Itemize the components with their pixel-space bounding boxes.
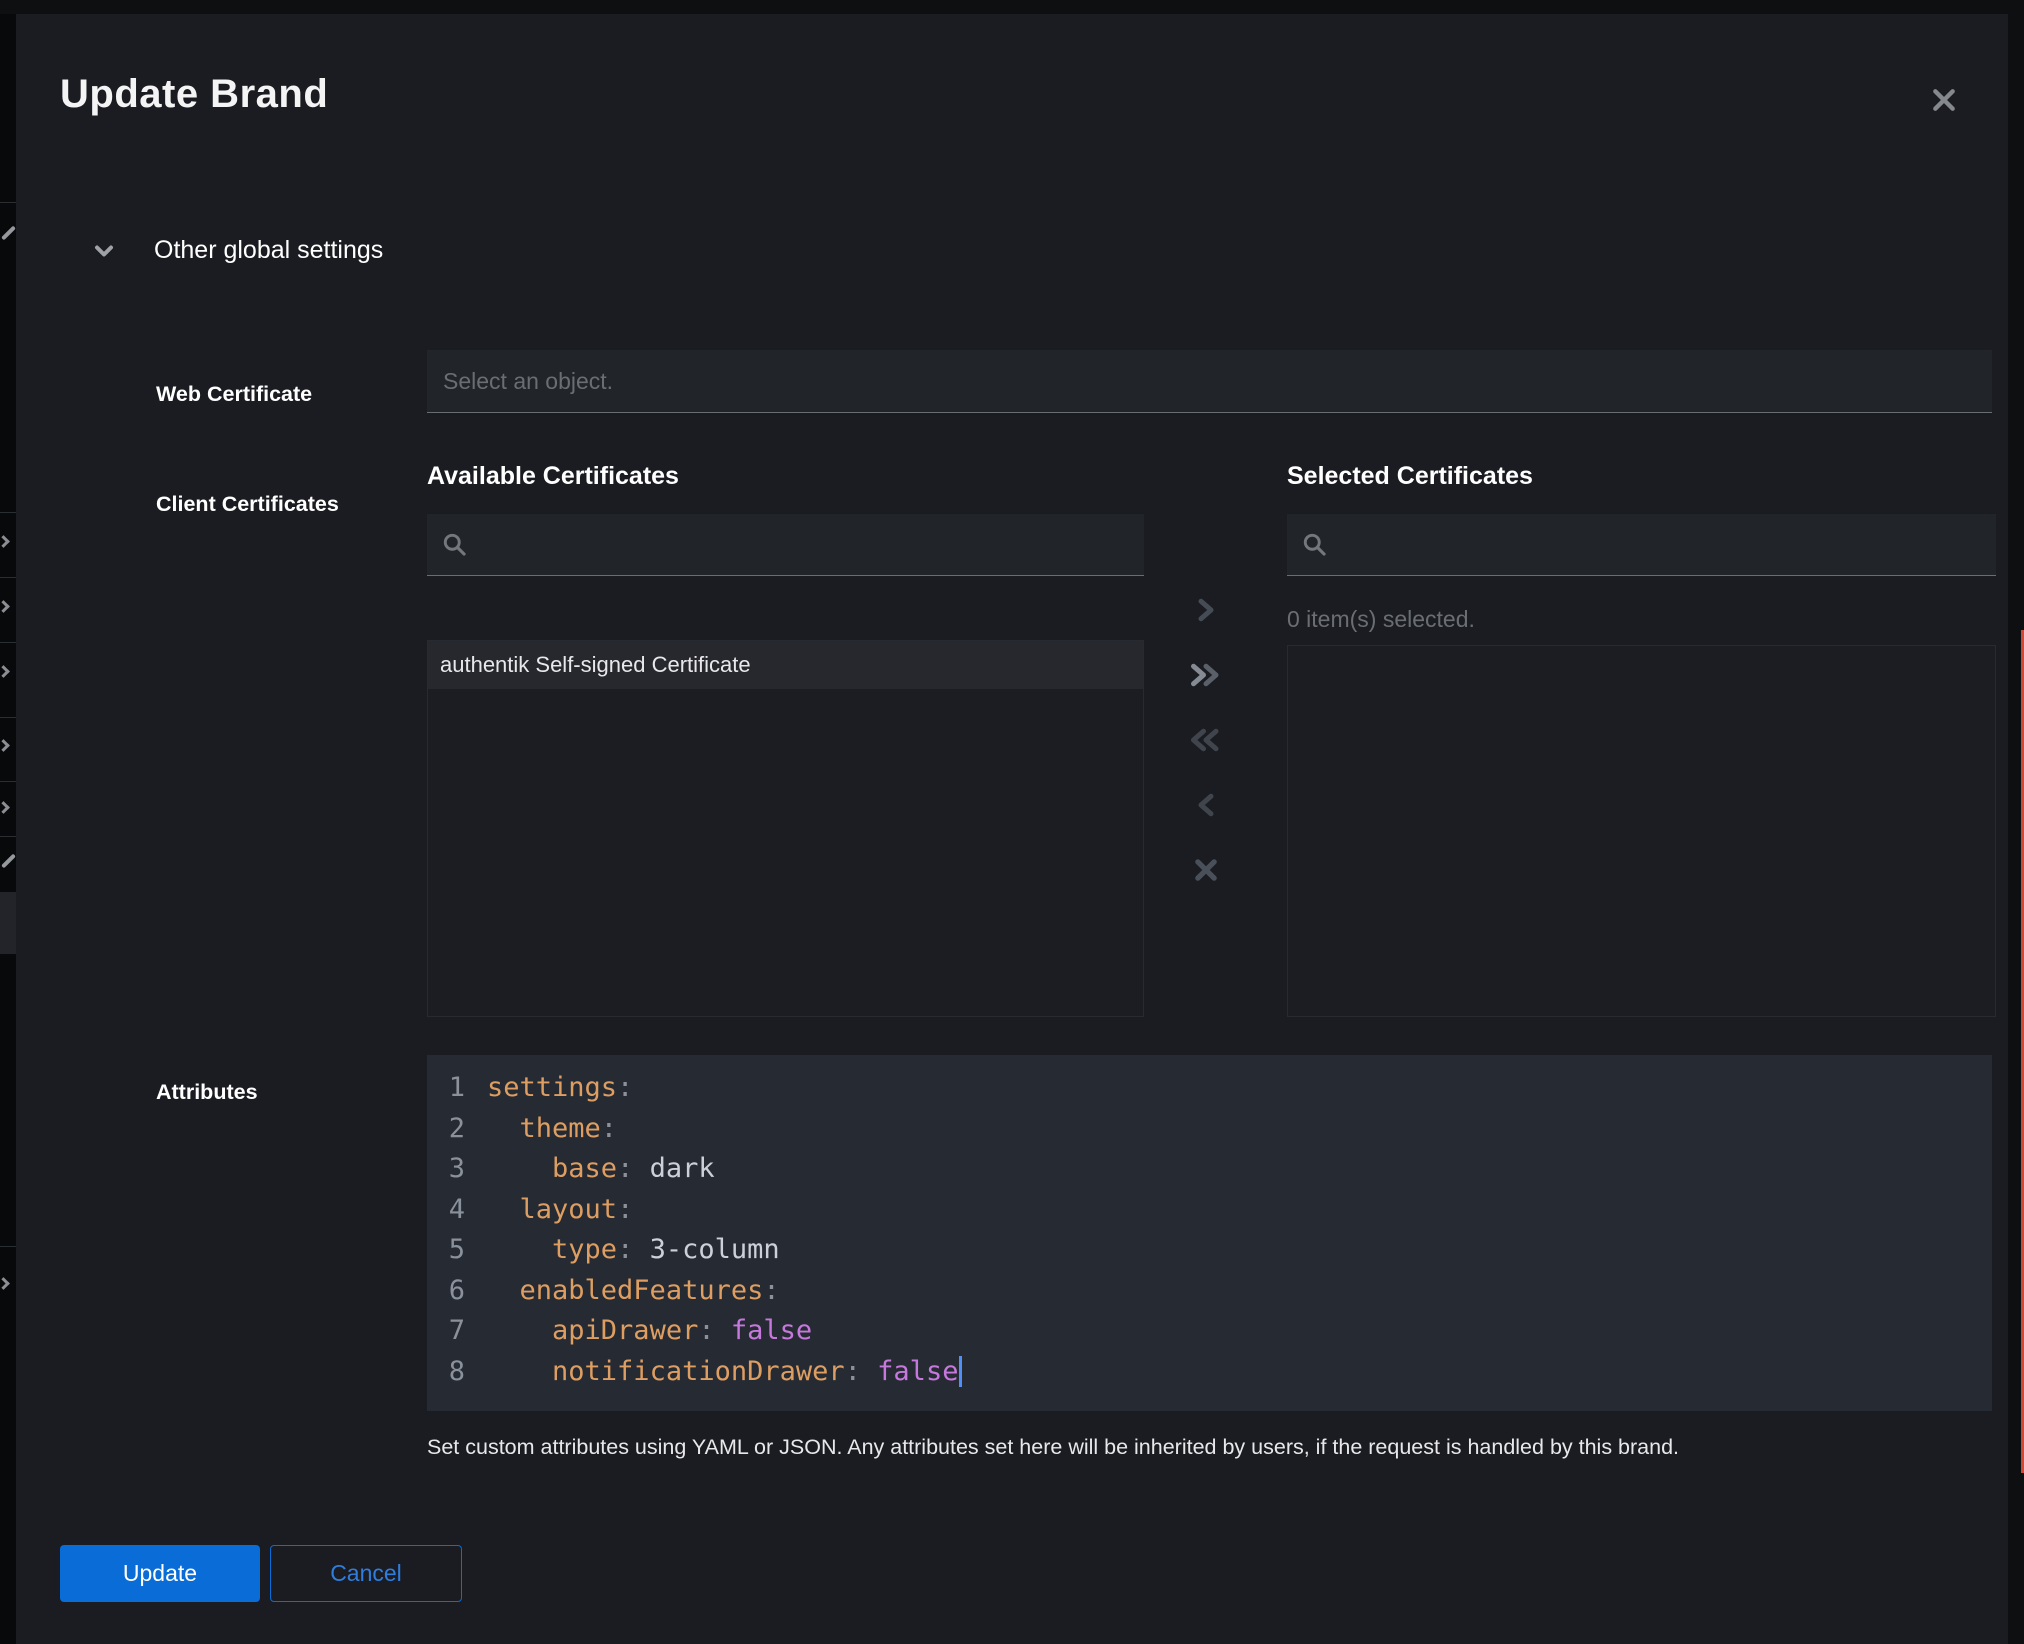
chevron-right-icon bbox=[0, 600, 10, 613]
update-button[interactable]: Update bbox=[60, 1545, 260, 1602]
row-divider bbox=[0, 717, 16, 718]
code-line: 8 notificationDrawer: false bbox=[441, 1352, 1992, 1393]
times-icon bbox=[1192, 856, 1220, 884]
client-certificates-label: Client Certificates bbox=[156, 492, 339, 517]
check-icon bbox=[1, 226, 16, 241]
line-number: 2 bbox=[441, 1109, 465, 1150]
search-icon bbox=[441, 531, 468, 558]
double-angle-right-icon bbox=[1186, 660, 1226, 690]
row-divider bbox=[0, 836, 16, 837]
row-divider bbox=[0, 781, 16, 782]
list-item[interactable]: authentik Self-signed Certificate bbox=[428, 641, 1143, 689]
available-certificates-list[interactable]: authentik Self-signed Certificate bbox=[427, 640, 1144, 1017]
row-divider bbox=[0, 202, 16, 203]
double-angle-left-icon bbox=[1186, 725, 1226, 755]
line-number: 5 bbox=[441, 1230, 465, 1271]
add-selected-button[interactable] bbox=[1184, 592, 1228, 628]
line-number: 7 bbox=[441, 1311, 465, 1352]
available-certificates-header: Available Certificates bbox=[427, 462, 679, 491]
line-number: 6 bbox=[441, 1271, 465, 1312]
available-search-box bbox=[427, 514, 1144, 576]
code-line: 6 enabledFeatures: bbox=[441, 1271, 1992, 1312]
chevron-down-icon bbox=[92, 239, 116, 263]
add-all-button[interactable] bbox=[1184, 657, 1228, 693]
code-line: 1settings: bbox=[441, 1068, 1992, 1109]
chevron-right-icon bbox=[0, 535, 10, 548]
angle-left-icon bbox=[1193, 790, 1219, 820]
code-line: 4 layout: bbox=[441, 1190, 1992, 1231]
angle-right-icon bbox=[1193, 595, 1219, 625]
text-cursor bbox=[959, 1356, 962, 1387]
chevron-right-icon bbox=[0, 801, 10, 814]
times-icon bbox=[1931, 87, 1957, 113]
remove-selected-button[interactable] bbox=[1184, 787, 1228, 823]
line-number: 3 bbox=[441, 1149, 465, 1190]
row-divider bbox=[0, 642, 16, 643]
row-divider bbox=[0, 512, 16, 513]
attributes-code-editor[interactable]: 1settings:2 theme:3 base: dark4 layout:5… bbox=[427, 1055, 1992, 1411]
line-number: 4 bbox=[441, 1190, 465, 1231]
attributes-label: Attributes bbox=[156, 1080, 258, 1105]
selected-search-box bbox=[1287, 514, 1996, 576]
remove-all-button[interactable] bbox=[1184, 722, 1228, 758]
update-brand-modal: Update Brand Other global settings Web C… bbox=[16, 14, 2008, 1644]
web-certificate-label: Web Certificate bbox=[156, 382, 312, 407]
attributes-help-text: Set custom attributes using YAML or JSON… bbox=[427, 1435, 1947, 1460]
selected-count-status: 0 item(s) selected. bbox=[1287, 606, 1475, 633]
chevron-right-icon bbox=[0, 665, 10, 678]
code-line: 5 type: 3-column bbox=[441, 1230, 1992, 1271]
dual-list-transfer-controls bbox=[1176, 592, 1236, 888]
selected-certificates-list[interactable] bbox=[1287, 645, 1996, 1017]
clear-selected-button[interactable] bbox=[1184, 852, 1228, 888]
selected-row-fragment bbox=[0, 892, 16, 954]
row-divider bbox=[0, 1246, 16, 1247]
check-icon bbox=[1, 854, 16, 869]
web-certificate-input[interactable] bbox=[427, 350, 1992, 413]
code-line: 3 base: dark bbox=[441, 1149, 1992, 1190]
section-toggle-other-global-settings[interactable]: Other global settings bbox=[92, 236, 383, 265]
selected-certificates-header: Selected Certificates bbox=[1287, 462, 1533, 491]
line-number: 1 bbox=[441, 1068, 465, 1109]
code-line: 2 theme: bbox=[441, 1109, 1992, 1150]
selected-search-input[interactable] bbox=[1340, 532, 1982, 558]
section-toggle-label: Other global settings bbox=[154, 236, 383, 265]
code-line: 7 apiDrawer: false bbox=[441, 1311, 1992, 1352]
row-divider bbox=[0, 577, 16, 578]
modal-title: Update Brand bbox=[60, 72, 328, 117]
available-search-input[interactable] bbox=[480, 532, 1130, 558]
background-page-strip bbox=[0, 14, 16, 1644]
screen: Update Brand Other global settings Web C… bbox=[0, 0, 2024, 1644]
chevron-right-icon bbox=[0, 1277, 10, 1290]
line-number: 8 bbox=[441, 1352, 465, 1393]
search-icon bbox=[1301, 531, 1328, 558]
close-button[interactable] bbox=[1924, 80, 1964, 120]
chevron-right-icon bbox=[0, 739, 10, 752]
cancel-button[interactable]: Cancel bbox=[270, 1545, 462, 1602]
